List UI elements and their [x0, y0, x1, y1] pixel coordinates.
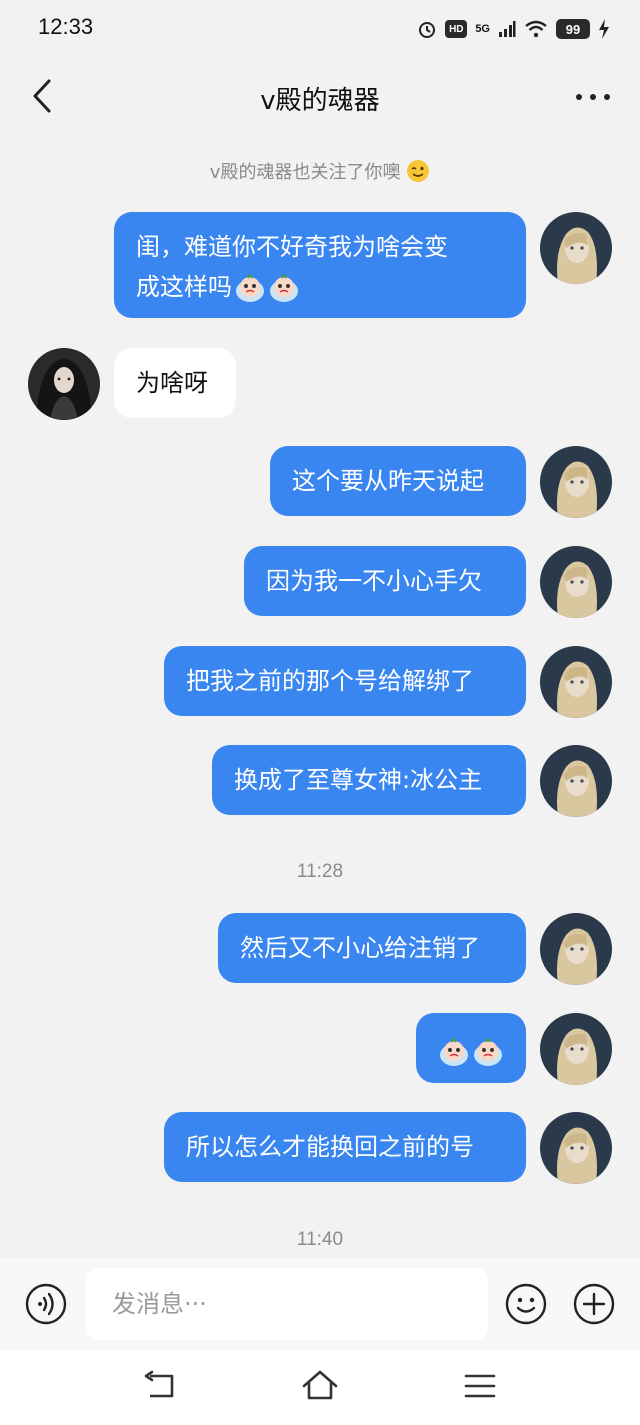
- charging-icon: [599, 19, 609, 39]
- follow-notice-text: v殿的魂器也关注了你噢: [209, 162, 401, 183]
- voice-icon: [25, 1283, 67, 1325]
- my-avatar[interactable]: [540, 745, 612, 817]
- message-text: 因为我一不小心手欠: [266, 567, 482, 595]
- message-bubble-outgoing[interactable]: 然后又不小心给注销了: [218, 913, 526, 983]
- signal-icon: [499, 21, 516, 37]
- message-bubble-outgoing[interactable]: 闺，难道你不好奇我为啥会变 成这样吗: [114, 212, 526, 318]
- message-text: 把我之前的那个号给解绑了: [186, 667, 474, 695]
- message-bubble-incoming[interactable]: 为啥呀: [114, 348, 236, 418]
- chat-title: v殿的魂器: [260, 86, 380, 116]
- my-avatar[interactable]: [540, 446, 612, 518]
- my-avatar[interactable]: [540, 1013, 612, 1085]
- my-avatar[interactable]: [540, 913, 612, 985]
- nav-back-icon: [144, 1370, 174, 1398]
- my-avatar[interactable]: [540, 1112, 612, 1184]
- chat-header: v殿的魂器: [0, 60, 640, 134]
- network-label: 5G: [475, 23, 490, 35]
- message-text: 这个要从昨天说起: [292, 467, 484, 495]
- more-options-button[interactable]: [570, 78, 616, 116]
- crying-emoji-icon: [236, 273, 264, 302]
- message-bubble-outgoing[interactable]: 换成了至尊女神:冰公主: [212, 745, 526, 815]
- add-attachment-button[interactable]: [572, 1282, 616, 1326]
- crying-emoji-icon: [474, 1037, 502, 1066]
- message-text: 为啥呀: [136, 369, 208, 397]
- wifi-icon: [525, 20, 547, 38]
- plus-circle-icon: [573, 1283, 615, 1325]
- message-bubble-outgoing[interactable]: 这个要从昨天说起: [270, 446, 526, 516]
- more-dots-icon: [576, 94, 610, 100]
- my-avatar[interactable]: [540, 546, 612, 618]
- message-text-line2: 成这样吗: [136, 267, 504, 307]
- message-bubble-outgoing[interactable]: 因为我一不小心手欠: [244, 546, 526, 616]
- crying-emoji-icon: [270, 273, 298, 302]
- message-input-bar: [0, 1258, 640, 1350]
- message-input[interactable]: [86, 1268, 488, 1340]
- nav-back-button[interactable]: [142, 1368, 182, 1404]
- wink-emoji-icon: [407, 160, 430, 182]
- message-bubble-sticker[interactable]: [416, 1013, 526, 1083]
- message-bubble-outgoing[interactable]: 把我之前的那个号给解绑了: [164, 646, 526, 716]
- contact-avatar[interactable]: [28, 348, 100, 420]
- my-avatar[interactable]: [540, 212, 612, 284]
- message-text: 换成了至尊女神:冰公主: [234, 766, 483, 794]
- status-time: 12:33: [38, 14, 94, 39]
- voice-input-button[interactable]: [24, 1282, 68, 1326]
- menu-icon: [464, 1374, 496, 1398]
- status-bar: 12:33 HD 5G 99: [0, 0, 640, 60]
- message-text: 然后又不小心给注销了: [240, 934, 480, 962]
- timestamp: 11:40: [296, 1229, 344, 1250]
- my-avatar[interactable]: [540, 646, 612, 718]
- hd-badge: HD: [445, 20, 468, 38]
- message-bubble-outgoing[interactable]: 所以怎么才能换回之前的号: [164, 1112, 526, 1182]
- crying-emoji-icon: [440, 1037, 468, 1066]
- message-text: 所以怎么才能换回之前的号: [186, 1133, 474, 1161]
- alarm-icon: [419, 22, 436, 38]
- emoji-button[interactable]: [504, 1282, 548, 1326]
- follow-notice: v殿的魂器也关注了你噢: [0, 158, 640, 184]
- nav-home-button[interactable]: [300, 1368, 340, 1404]
- message-text: 闺，难道你不好奇我为啥会变: [136, 233, 448, 261]
- status-icons: HD 5G 99: [417, 16, 610, 42]
- smiley-icon: [505, 1283, 547, 1325]
- nav-menu-button[interactable]: [460, 1368, 500, 1404]
- battery-indicator: 99: [556, 19, 590, 39]
- timestamp: 11:28: [296, 861, 344, 882]
- system-navigation-bar: [0, 1350, 640, 1425]
- home-icon: [302, 1370, 338, 1400]
